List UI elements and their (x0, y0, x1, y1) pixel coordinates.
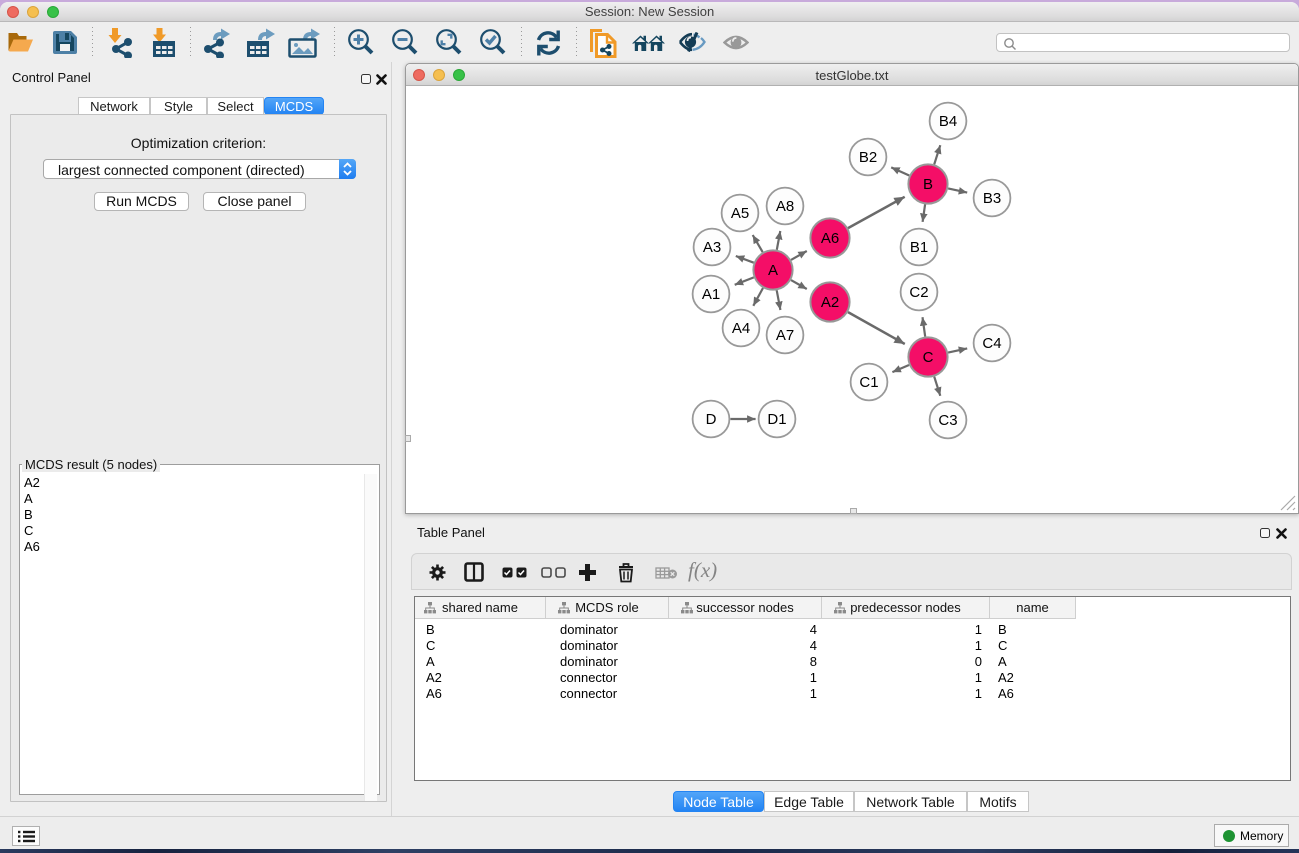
svg-text:C3: C3 (938, 412, 957, 429)
svg-text:D: D (706, 411, 717, 428)
svg-text:B1: B1 (910, 239, 928, 256)
svg-text:A4: A4 (732, 320, 750, 337)
svg-text:A6: A6 (821, 230, 839, 247)
svg-text:B3: B3 (983, 190, 1001, 207)
svg-text:C2: C2 (909, 284, 928, 301)
svg-text:B2: B2 (859, 149, 877, 166)
svg-text:A5: A5 (731, 205, 749, 222)
svg-text:C1: C1 (859, 374, 878, 391)
svg-text:C: C (923, 349, 934, 366)
svg-text:C4: C4 (982, 335, 1001, 352)
svg-text:A2: A2 (821, 294, 839, 311)
svg-text:A1: A1 (702, 286, 720, 303)
svg-text:A8: A8 (776, 198, 794, 215)
svg-text:A7: A7 (776, 327, 794, 344)
svg-text:D1: D1 (767, 411, 786, 428)
svg-text:A: A (768, 262, 778, 279)
svg-text:A3: A3 (703, 239, 721, 256)
svg-text:B: B (923, 176, 933, 193)
svg-text:B4: B4 (939, 113, 957, 130)
